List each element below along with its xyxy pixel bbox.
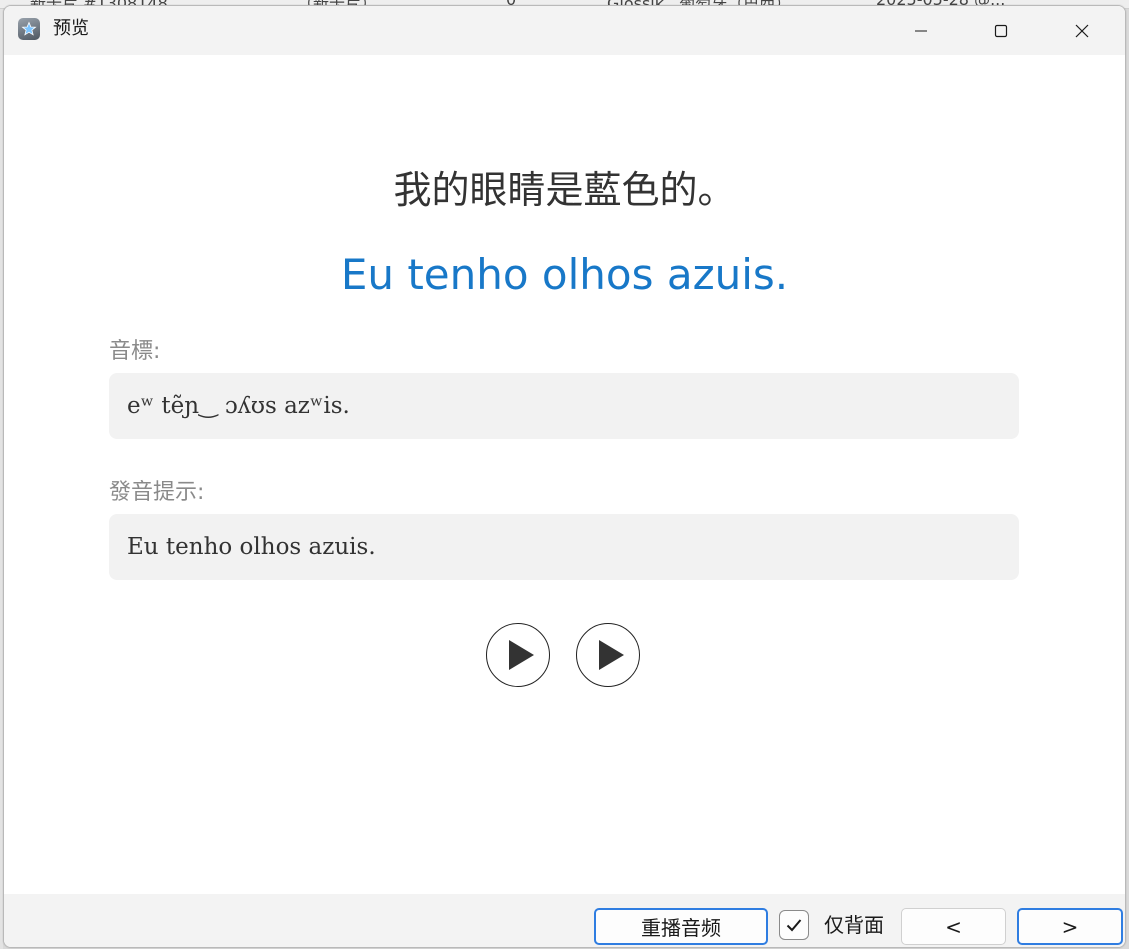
- close-icon: [1075, 24, 1089, 37]
- app-icon: [18, 18, 40, 40]
- card-question: 我的眼睛是藍色的。: [393, 168, 736, 212]
- minimize-icon: [915, 30, 927, 31]
- play-audio-button-2[interactable]: [576, 623, 640, 687]
- bottom-toolbar: 重播音频 仅背面 < >: [4, 894, 1125, 947]
- replay-audio-button[interactable]: 重播音频: [594, 908, 768, 945]
- field-label-phonetic: 音標:: [109, 339, 161, 364]
- play-icon: [599, 640, 624, 670]
- back-only-label[interactable]: 仅背面: [824, 912, 884, 938]
- card-answer: Eu tenho olhos azuis.: [340, 250, 789, 299]
- next-card-button[interactable]: >: [1017, 908, 1123, 945]
- previous-card-button[interactable]: <: [901, 908, 1006, 945]
- play-audio-button-1[interactable]: [486, 623, 550, 687]
- field-value-pronunciation-hint: Eu tenho olhos azuis.: [109, 514, 1019, 580]
- minimize-button[interactable]: [881, 6, 961, 55]
- field-label-pronunciation-hint: 發音提示:: [109, 480, 205, 505]
- window-title: 预览: [53, 18, 89, 39]
- card-preview-area: 我的眼睛是藍色的。 Eu tenho olhos azuis. 音標: eʷ t…: [4, 55, 1125, 894]
- close-button[interactable]: [1042, 6, 1122, 55]
- play-icon: [509, 640, 534, 670]
- title-bar: 预览: [4, 6, 1125, 55]
- field-value-phonetic: eʷ tẽɲ‿ ɔʎʊs azʷis.: [109, 373, 1019, 439]
- preview-window: 预览 我的眼睛是藍色的。 Eu tenho olhos azuis. 音標: e…: [3, 5, 1126, 948]
- checkmark-icon: [786, 919, 802, 932]
- back-only-checkbox[interactable]: [779, 910, 809, 940]
- maximize-button[interactable]: [961, 6, 1041, 55]
- maximize-icon: [994, 24, 1008, 37]
